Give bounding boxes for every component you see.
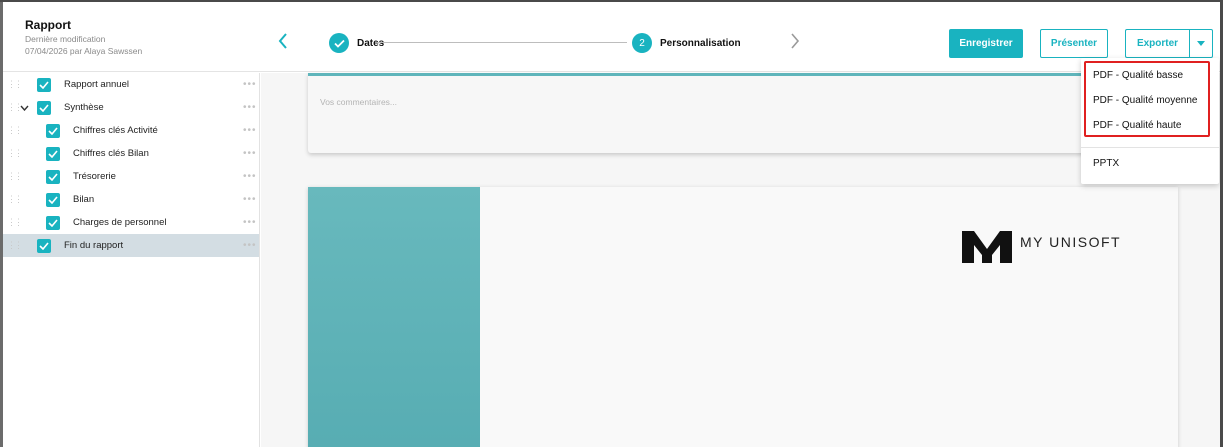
step-label: Dates: [357, 37, 385, 49]
more-options-icon[interactable]: •••: [243, 217, 257, 228]
drag-handle-icon[interactable]: ⋮⋮: [7, 148, 23, 159]
last-modified-label: Dernière modification: [25, 34, 106, 44]
menu-item-pdf-high[interactable]: PDF - Qualité haute: [1093, 120, 1181, 131]
page-side-band: [308, 187, 480, 447]
brand-name: MY UNISOFT: [1020, 234, 1122, 250]
brand-logo: MY UNISOFT: [960, 229, 1121, 265]
export-button[interactable]: Exporter: [1125, 29, 1189, 58]
tree-item-bilan[interactable]: ⋮⋮ Bilan •••: [3, 188, 259, 211]
save-button[interactable]: Enregistrer: [949, 29, 1023, 58]
step-number: 2: [632, 33, 652, 53]
checkbox[interactable]: [46, 146, 60, 161]
report-page-preview: MY UNISOFT: [308, 187, 1178, 447]
menu-item-pdf-medium[interactable]: PDF - Qualité moyenne: [1093, 95, 1198, 106]
more-options-icon[interactable]: •••: [243, 148, 257, 159]
tree-item-label: Bilan: [73, 194, 95, 205]
export-menu: PDF - Qualité basse PDF - Qualité moyenn…: [1081, 58, 1219, 184]
drag-handle-icon[interactable]: ⋮⋮: [7, 217, 23, 228]
tree-item-label: Rapport annuel: [64, 79, 129, 90]
checkbox[interactable]: [37, 100, 51, 115]
drag-handle-icon[interactable]: ⋮⋮: [7, 194, 23, 205]
checkbox[interactable]: [46, 192, 60, 207]
menu-divider: [1081, 147, 1219, 148]
stepper-connector: [377, 42, 627, 43]
more-options-icon[interactable]: •••: [243, 171, 257, 182]
more-options-icon[interactable]: •••: [243, 194, 257, 205]
more-options-icon[interactable]: •••: [243, 240, 257, 251]
check-icon: [329, 33, 349, 53]
chevron-left-icon: [278, 33, 287, 49]
tree-item-charges-de-personnel[interactable]: ⋮⋮ Charges de personnel •••: [3, 211, 259, 234]
step-label: Personnalisation: [660, 37, 741, 49]
tree-item-label: Chiffres clés Bilan: [73, 148, 149, 159]
more-options-icon[interactable]: •••: [243, 125, 257, 136]
tree-item-synthese[interactable]: ⋮⋮ Synthèse •••: [3, 96, 259, 119]
report-sections-tree: ⋮⋮ Rapport annuel ••• ⋮⋮ Synthèse ••• ⋮⋮…: [3, 73, 260, 447]
tree-item-chiffres-cles-bilan[interactable]: ⋮⋮ Chiffres clés Bilan •••: [3, 142, 259, 165]
tree-item-chiffres-cles-activite[interactable]: ⋮⋮ Chiffres clés Activité •••: [3, 119, 259, 142]
drag-handle-icon[interactable]: ⋮⋮: [7, 102, 23, 113]
tree-item-label: Chiffres clés Activité: [73, 125, 158, 136]
caret-down-icon: [1197, 41, 1205, 46]
more-options-icon[interactable]: •••: [243, 102, 257, 113]
app-window: Rapport Dernière modification 07/04/2026…: [0, 2, 1220, 447]
tree-item-fin-du-rapport[interactable]: ⋮⋮ Fin du rapport •••: [3, 234, 259, 257]
step-dates[interactable]: Dates: [329, 33, 384, 53]
chevron-down-icon[interactable]: [20, 103, 29, 113]
page-title: Rapport: [25, 18, 71, 32]
checkbox[interactable]: [46, 169, 60, 184]
chevron-right-icon: [791, 33, 800, 49]
last-modified-value: 07/04/2026 par Alaya Sawssen: [25, 46, 143, 56]
comment-input[interactable]: Vos commentaires...: [320, 97, 397, 107]
checkbox[interactable]: [37, 238, 51, 253]
drag-handle-icon[interactable]: ⋮⋮: [7, 125, 23, 136]
checkbox[interactable]: [37, 77, 51, 92]
menu-item-pptx[interactable]: PPTX: [1093, 158, 1119, 169]
report-title-block: Rapport Dernière modification 07/04/2026…: [25, 18, 142, 56]
drag-handle-icon[interactable]: ⋮⋮: [7, 79, 23, 90]
checkbox[interactable]: [46, 215, 60, 230]
present-button[interactable]: Présenter: [1040, 29, 1108, 58]
previous-step-button[interactable]: [277, 32, 289, 50]
checkbox[interactable]: [46, 123, 60, 138]
tree-item-label: Trésorerie: [73, 171, 116, 182]
tree-item-rapport-annuel[interactable]: ⋮⋮ Rapport annuel •••: [3, 73, 259, 96]
tree-item-label: Charges de personnel: [73, 217, 167, 228]
comment-card: Vos commentaires...: [308, 73, 1178, 153]
header: Rapport Dernière modification 07/04/2026…: [3, 2, 1220, 72]
report-editor: Vos commentaires... MY UNISOFT: [261, 73, 1220, 447]
drag-handle-icon[interactable]: ⋮⋮: [7, 240, 23, 251]
more-options-icon[interactable]: •••: [243, 79, 257, 90]
next-step-button[interactable]: [789, 32, 801, 50]
tree-item-label: Synthèse: [64, 102, 104, 113]
tree-item-tresorerie[interactable]: ⋮⋮ Trésorerie •••: [3, 165, 259, 188]
export-dropdown-toggle[interactable]: [1189, 29, 1213, 58]
my-unisoft-logo-icon: [962, 231, 1012, 263]
step-personnalisation[interactable]: 2 Personnalisation: [632, 33, 741, 53]
menu-item-pdf-low[interactable]: PDF - Qualité basse: [1093, 70, 1183, 81]
tree-item-label: Fin du rapport: [64, 240, 124, 251]
drag-handle-icon[interactable]: ⋮⋮: [7, 171, 23, 182]
